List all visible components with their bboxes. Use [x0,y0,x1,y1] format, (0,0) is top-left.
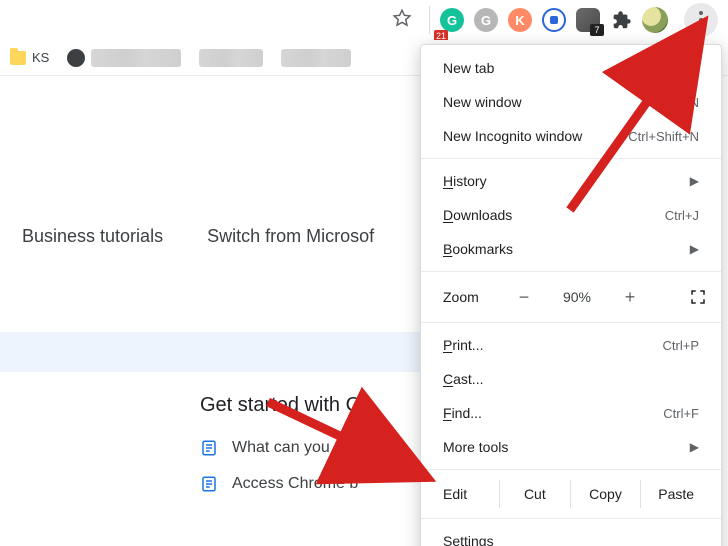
bookmark-folder[interactable]: KS [10,50,49,65]
tab-switch-from-microsoft[interactable]: Switch from Microsof [205,216,376,257]
vertical-dots-icon [699,11,703,29]
menu-item-shortcut: Ctrl+J [665,208,699,223]
info-banner [0,332,420,372]
fullscreen-icon[interactable] [689,288,707,306]
submenu-chevron-icon: ▶ [690,174,699,188]
list-item[interactable]: What can you do [200,439,371,457]
browser-toolbar: G 21 G K 7 [0,0,722,40]
menu-item-print[interactable]: Print... Ctrl+P [421,328,721,362]
menu-item-label: Downloads [443,207,512,223]
menu-item-label: Bookmarks [443,241,513,257]
zoom-value: 90% [555,289,599,305]
chrome-menu-button[interactable] [684,3,718,37]
menu-item-more-tools[interactable]: More tools ▶ [421,430,721,464]
menu-item-new-window[interactable]: New window Ctrl+N [421,85,721,119]
favicon-icon [67,49,85,67]
submenu-chevron-icon: ▶ [690,242,699,256]
article-icon [200,439,218,457]
bookmark-label-blurred [199,49,263,67]
menu-separator [421,518,721,519]
menu-item-history[interactable]: History ▶ [421,164,721,198]
menu-item-downloads[interactable]: Downloads Ctrl+J [421,198,721,232]
edit-cut-button[interactable]: Cut [499,480,570,508]
menu-item-settings[interactable]: Settings [421,524,721,546]
menu-item-label: More tools [443,439,508,455]
bookmark-label-blurred [281,49,351,67]
menu-separator [421,469,721,470]
menu-item-incognito[interactable]: New Incognito window Ctrl+Shift+N [421,119,721,153]
menu-edit-row: Edit Cut Copy Paste [421,475,721,513]
menu-item-cast[interactable]: Cast... [421,362,721,396]
extension-badge: 7 [590,24,604,36]
menu-item-label: New Incognito window [443,128,582,144]
menu-item-label: Print... [443,337,483,353]
zoom-in-button[interactable]: + [617,287,643,308]
bookmark-item[interactable] [199,49,263,67]
page-tabs: Business tutorials Switch from Microsof [20,216,376,257]
menu-separator [421,271,721,272]
menu-item-label: History [443,173,487,189]
edit-copy-button[interactable]: Copy [570,480,641,508]
menu-item-find[interactable]: Find... Ctrl+F [421,396,721,430]
extensions-row: G 21 G K 7 [436,3,722,37]
get-started-section: Get started with Ch What can you do Acce… [200,394,371,511]
extension-grammarly-icon[interactable]: G [440,8,464,32]
toolbar-divider [429,6,430,34]
section-heading: Get started with Ch [200,394,371,417]
edit-label: Edit [443,486,499,502]
menu-item-shortcut: T [691,61,699,76]
menu-item-shortcut: Ctrl+F [663,406,699,421]
menu-item-label: Find... [443,405,482,421]
extension-k-icon[interactable]: K [508,8,532,32]
chrome-main-menu: New tab T New window Ctrl+N New Incognit… [420,44,722,546]
menu-separator [421,158,721,159]
list-item-label: Access Chrome b [232,475,358,493]
folder-icon [10,51,26,65]
ext-letter: G [447,13,457,28]
edit-paste-button[interactable]: Paste [640,480,711,508]
zoom-out-button[interactable]: − [511,287,537,308]
menu-item-shortcut: Ctrl+Shift+N [628,129,699,144]
list-item[interactable]: Access Chrome b [200,475,371,493]
zoom-label: Zoom [443,289,511,305]
menu-item-shortcut: Ctrl+P [663,338,699,353]
menu-item-label: Cast... [443,371,483,387]
menu-separator [421,322,721,323]
menu-item-shortcut: Ctrl+N [662,95,699,110]
menu-item-label: Settings [443,533,494,546]
extensions-puzzle-icon[interactable] [610,9,632,31]
menu-item-new-tab[interactable]: New tab T [421,51,721,85]
bookmark-folder-label: KS [32,50,49,65]
ext-letter: G [481,13,491,28]
bookmark-star-icon[interactable] [391,7,413,34]
list-item-label: What can you do [232,439,352,457]
bookmark-item[interactable] [281,49,351,67]
bookmark-item[interactable] [67,49,181,67]
menu-item-bookmarks[interactable]: Bookmarks ▶ [421,232,721,266]
ext-letter: K [515,13,524,28]
menu-item-label: New window [443,94,522,110]
extension-grey-icon[interactable]: G [474,8,498,32]
submenu-chevron-icon: ▶ [690,440,699,454]
tab-business-tutorials[interactable]: Business tutorials [20,216,165,257]
profile-avatar[interactable] [642,7,668,33]
bookmark-label-blurred [91,49,181,67]
extension-blue-icon[interactable] [542,8,566,32]
article-icon [200,475,218,493]
menu-item-label: New tab [443,60,494,76]
menu-zoom-row: Zoom − 90% + [421,277,721,317]
